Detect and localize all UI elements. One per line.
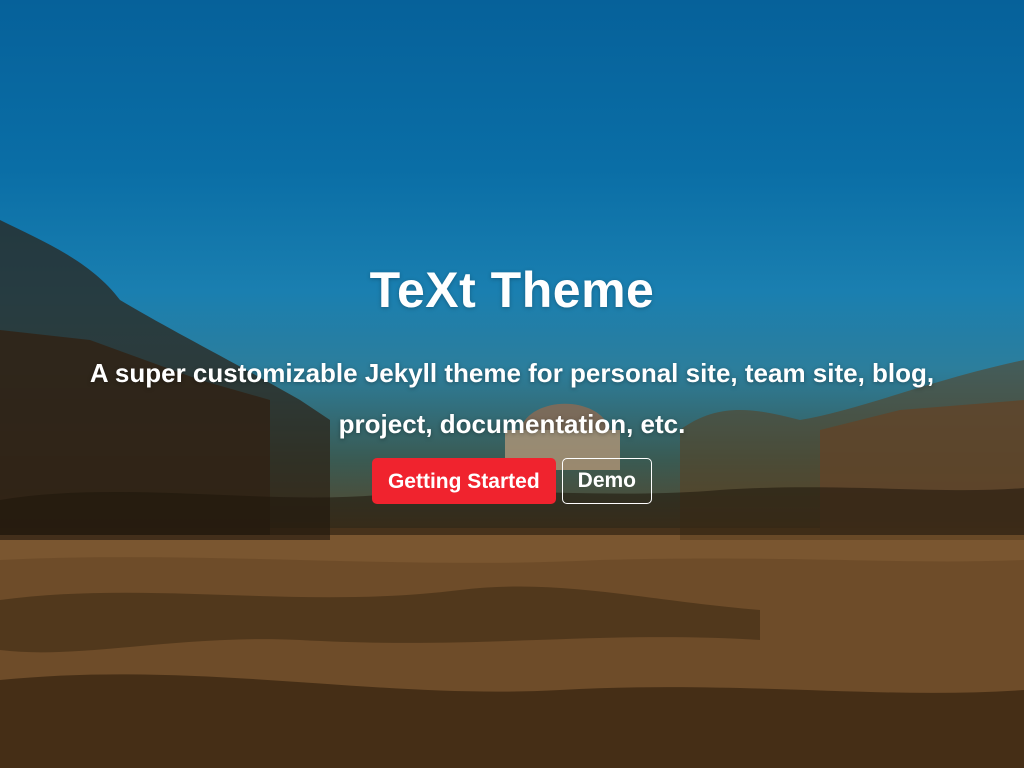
getting-started-button[interactable]: Getting Started [371,458,556,504]
hero-banner: TeXt Theme A super customizable Jekyll t… [0,0,1024,768]
hero-subtitle: A super customizable Jekyll theme for pe… [89,358,935,439]
hero-title: TeXt Theme [369,262,655,318]
hero-content: TeXt Theme A super customizable Jekyll t… [0,252,1024,504]
demo-button[interactable]: Demo [561,458,653,504]
hero-actions: Getting Started Demo [0,458,1024,504]
